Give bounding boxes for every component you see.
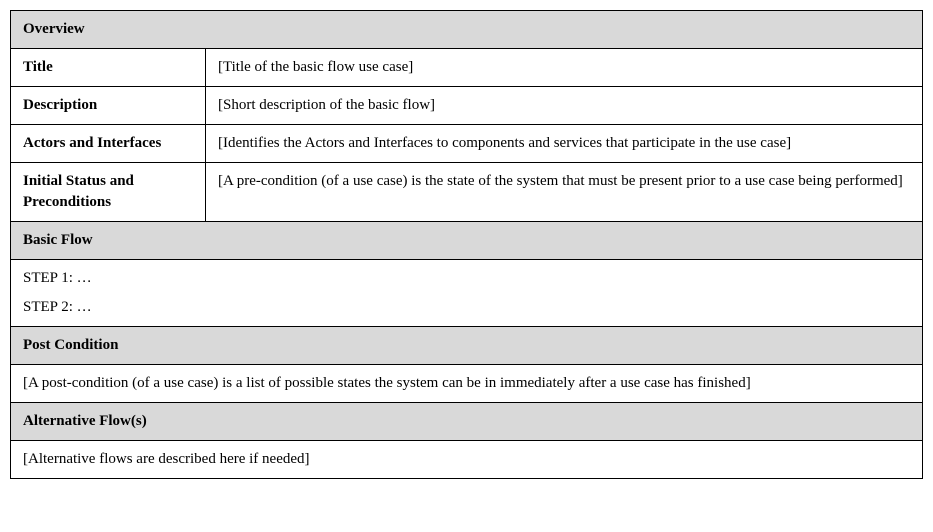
description-label: Description [11,87,206,125]
alternative-flows-header: Alternative Flow(s) [11,403,923,441]
alternative-flows-value: [Alternative flows are described here if… [11,441,923,479]
actors-label: Actors and Interfaces [11,125,206,163]
actors-value: [Identifies the Actors and Interfaces to… [206,125,923,163]
post-condition-value: [A post-condition (of a use case) is a l… [11,365,923,403]
overview-header: Overview [11,11,923,49]
basic-flow-header: Basic Flow [11,222,923,260]
post-condition-header: Post Condition [11,327,923,365]
description-value: [Short description of the basic flow] [206,87,923,125]
title-value: [Title of the basic flow use case] [206,49,923,87]
initial-status-label: Initial Status and Preconditions [11,163,206,222]
use-case-template-table: Overview Title [Title of the basic flow … [10,10,923,479]
title-label: Title [11,49,206,87]
basic-flow-steps: STEP 1: … STEP 2: … [11,260,923,327]
step-1: STEP 1: … [23,268,910,289]
initial-status-value: [A pre-condition (of a use case) is the … [206,163,923,222]
step-2: STEP 2: … [23,297,910,318]
